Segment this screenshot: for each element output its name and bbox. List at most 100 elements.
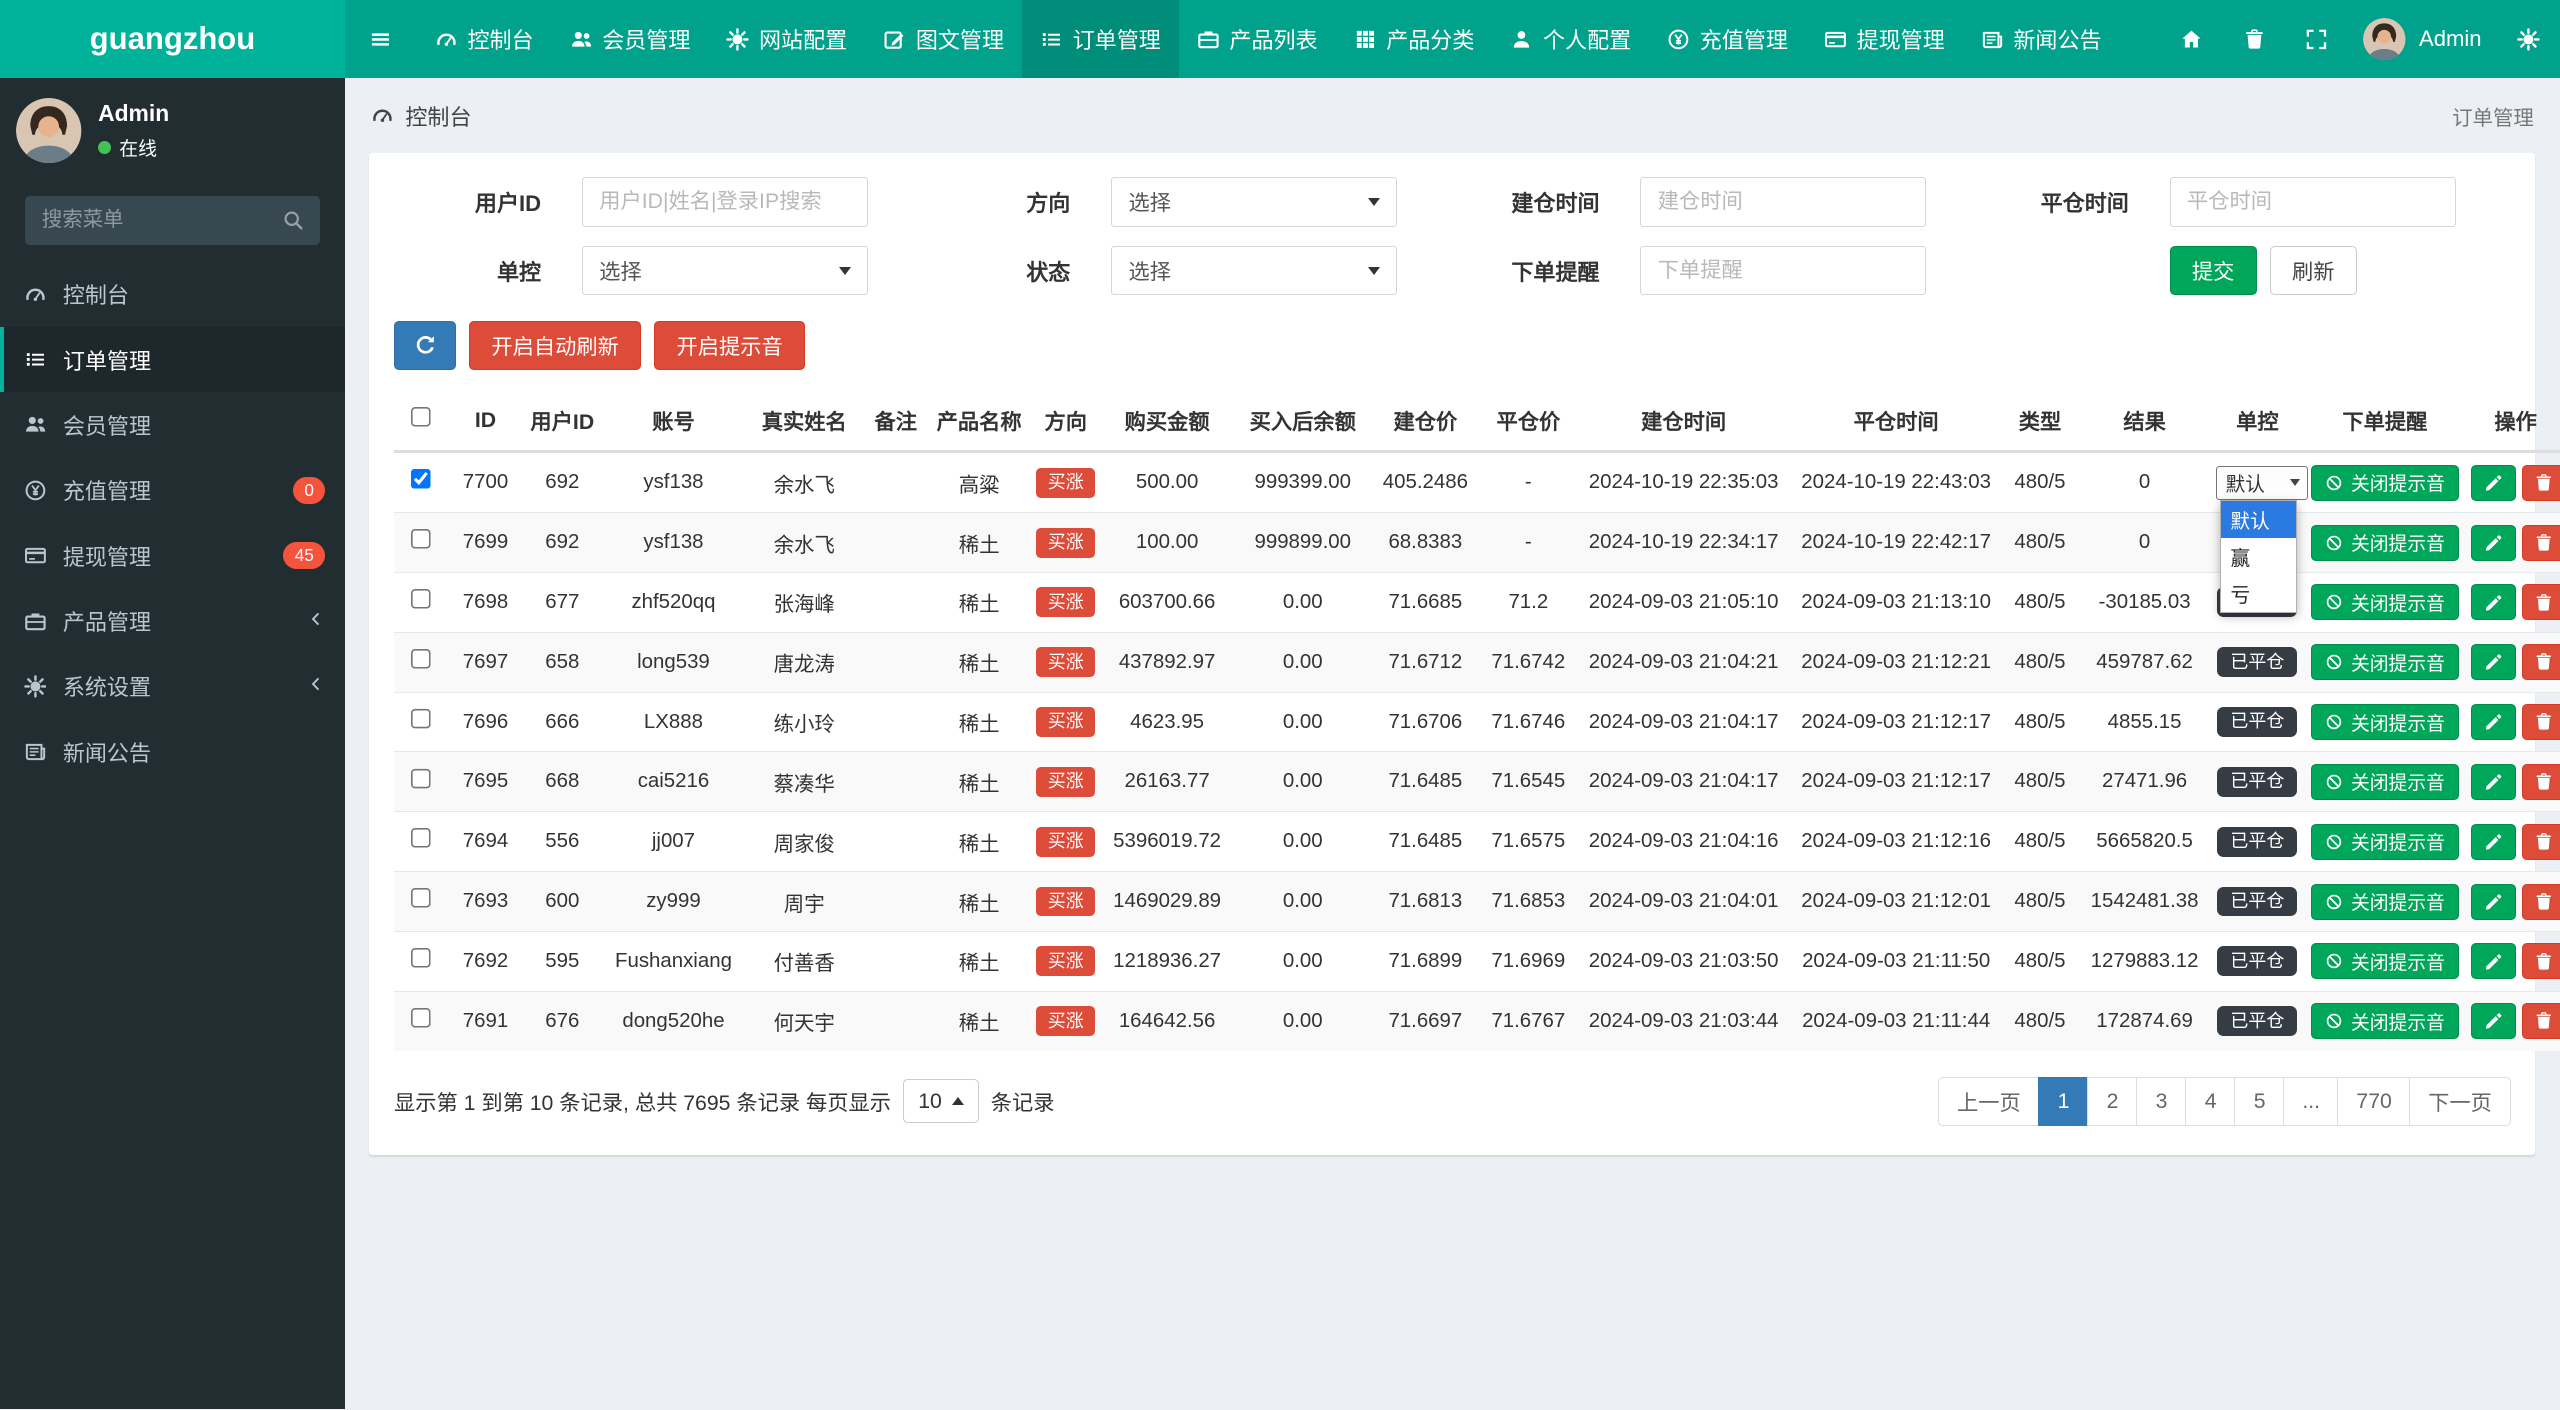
page-number-button[interactable]: 5: [2234, 1076, 2286, 1126]
sidebar-item-withdraw[interactable]: 提现管理 45: [0, 523, 345, 588]
brand-logo[interactable]: guangzhou: [0, 0, 345, 79]
submit-button[interactable]: 提交: [2169, 246, 2257, 296]
column-header[interactable]: 产品名称: [926, 389, 1032, 454]
delete-button[interactable]: [2522, 464, 2560, 501]
user-menu[interactable]: Admin: [2347, 0, 2498, 78]
sidebar-item-gear[interactable]: 系统设置: [0, 654, 345, 719]
sound-off-button[interactable]: 关闭提示音: [2310, 763, 2459, 800]
sidebar-toggle[interactable]: [345, 0, 417, 78]
refresh-filter-button[interactable]: 刷新: [2269, 246, 2357, 296]
dropdown-option[interactable]: 亏: [2221, 575, 2296, 612]
prev-page-button[interactable]: 上一页: [1938, 1076, 2040, 1126]
row-checkbox[interactable]: [411, 828, 433, 850]
sound-off-button[interactable]: 关闭提示音: [2310, 1003, 2459, 1040]
filter-input[interactable]: [1640, 177, 1927, 227]
refresh-table-button[interactable]: [393, 321, 457, 371]
topnav-item-recharge[interactable]: 充值管理: [1649, 0, 1806, 78]
column-header[interactable]: 下单提醒: [2303, 389, 2467, 454]
column-header[interactable]: 平仓价: [1479, 389, 1578, 454]
column-header[interactable]: 类型: [2002, 389, 2078, 454]
dropdown-option[interactable]: 赢: [2221, 538, 2296, 575]
row-checkbox[interactable]: [411, 768, 433, 790]
topnav-item-withdraw[interactable]: 提现管理: [1806, 0, 1963, 78]
edit-button[interactable]: [2471, 1003, 2516, 1040]
column-header[interactable]: 真实姓名: [743, 389, 865, 454]
edit-button[interactable]: [2471, 823, 2516, 860]
filter-input[interactable]: [2169, 177, 2456, 227]
filter-input[interactable]: [1640, 246, 1927, 296]
sound-off-button[interactable]: 关闭提示音: [2310, 943, 2459, 980]
page-number-button[interactable]: 2: [2087, 1076, 2138, 1126]
column-header[interactable]: 账号: [603, 389, 744, 454]
sidebar-item-dashboard[interactable]: 控制台: [0, 261, 345, 326]
row-checkbox[interactable]: [411, 887, 433, 910]
sidebar-item-list[interactable]: 订单管理: [0, 326, 345, 393]
column-header[interactable]: 备注: [864, 389, 927, 454]
column-header[interactable]: 建仓价: [1371, 389, 1480, 454]
delete-button[interactable]: [2522, 883, 2560, 920]
edit-button[interactable]: [2471, 943, 2516, 980]
topnav-item-briefcase[interactable]: 产品列表: [1179, 0, 1336, 78]
column-header[interactable]: 单控: [2211, 389, 2304, 454]
auto-refresh-button[interactable]: 开启自动刷新: [469, 321, 642, 371]
sound-off-button[interactable]: 关闭提示音: [2310, 524, 2459, 561]
topnav-item-users[interactable]: 会员管理: [552, 0, 709, 78]
sound-off-button[interactable]: 关闭提示音: [2310, 584, 2459, 621]
topnav-item-user[interactable]: 个人配置: [1492, 0, 1649, 78]
edit-button[interactable]: [2471, 883, 2516, 920]
edit-button[interactable]: [2471, 584, 2516, 621]
column-header[interactable]: 买入后余额: [1234, 389, 1372, 454]
sound-off-button[interactable]: 关闭提示音: [2310, 823, 2459, 860]
delete-button[interactable]: [2522, 823, 2560, 860]
topnav-item-edit[interactable]: 图文管理: [865, 0, 1022, 78]
filter-select[interactable]: 选择: [581, 246, 868, 296]
next-page-button[interactable]: 下一页: [2409, 1076, 2511, 1126]
delete-button[interactable]: [2522, 943, 2560, 980]
column-header[interactable]: 结果: [2077, 389, 2212, 454]
column-header[interactable]: 方向: [1031, 389, 1101, 454]
sidebar-item-users[interactable]: 会员管理: [0, 392, 345, 457]
control-select[interactable]: 默认: [2216, 465, 2309, 500]
sound-off-button[interactable]: 关闭提示音: [2310, 644, 2459, 681]
column-header[interactable]: 用户ID: [521, 389, 604, 454]
topnav-item-news[interactable]: 新闻公告: [1963, 0, 2120, 78]
page-size-select[interactable]: 10: [902, 1079, 980, 1124]
row-checkbox[interactable]: [411, 1007, 433, 1029]
edit-button[interactable]: [2471, 464, 2516, 501]
sidebar-item-news[interactable]: 新闻公告: [0, 719, 345, 784]
settings-button[interactable]: [2498, 0, 2560, 78]
trash-button[interactable]: [2223, 0, 2285, 78]
select-all-checkbox[interactable]: [411, 406, 433, 428]
sound-off-button[interactable]: 关闭提示音: [2310, 883, 2459, 920]
page-number-button[interactable]: 3: [2136, 1076, 2187, 1126]
dropdown-option[interactable]: 默认: [2220, 500, 2296, 539]
sound-off-button[interactable]: 关闭提示音: [2310, 704, 2459, 741]
home-button[interactable]: [2161, 0, 2223, 78]
column-header[interactable]: 操作: [2466, 389, 2560, 454]
topnav-item-dashboard[interactable]: 控制台: [417, 0, 552, 78]
search-button[interactable]: [268, 196, 321, 246]
search-input[interactable]: [24, 196, 269, 246]
row-checkbox[interactable]: [411, 588, 433, 611]
delete-button[interactable]: [2522, 584, 2560, 621]
fullscreen-button[interactable]: [2285, 0, 2347, 78]
sidebar-item-recharge[interactable]: 充值管理 0: [0, 458, 345, 523]
filter-select[interactable]: 选择: [1111, 177, 1398, 227]
topnav-item-list[interactable]: 订单管理: [1021, 0, 1179, 79]
row-checkbox[interactable]: [411, 947, 433, 969]
delete-button[interactable]: [2522, 524, 2560, 561]
column-header[interactable]: 购买金额: [1100, 389, 1235, 454]
page-number-button[interactable]: 1: [2038, 1076, 2089, 1126]
edit-button[interactable]: [2471, 644, 2516, 681]
sidebar-item-briefcase[interactable]: 产品管理: [0, 588, 345, 653]
filter-input[interactable]: [581, 177, 868, 227]
delete-button[interactable]: [2522, 763, 2560, 800]
edit-button[interactable]: [2471, 524, 2516, 561]
delete-button[interactable]: [2522, 1003, 2560, 1040]
page-number-button[interactable]: 770: [2337, 1076, 2411, 1126]
column-header[interactable]: 建仓时间: [1577, 389, 1790, 454]
topnav-item-gear[interactable]: 网站配置: [708, 0, 865, 78]
row-checkbox[interactable]: [411, 648, 433, 670]
sound-off-button[interactable]: 关闭提示音: [2310, 464, 2459, 501]
delete-button[interactable]: [2522, 644, 2560, 681]
